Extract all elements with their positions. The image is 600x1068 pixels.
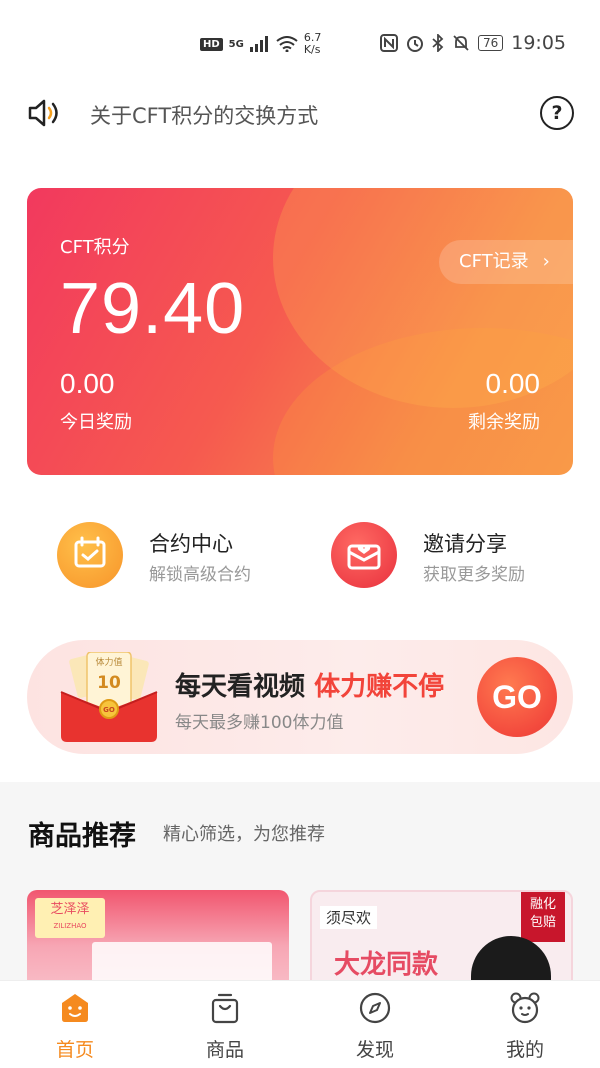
go-button[interactable]: GO	[477, 657, 557, 737]
tab-mine[interactable]: 我的	[450, 981, 600, 1068]
badge-line: 融化	[529, 897, 556, 912]
tab-home[interactable]: 首页	[0, 981, 150, 1068]
points-value: 79.40	[60, 269, 246, 349]
product-headline: 大龙同款	[334, 950, 439, 980]
today-reward-label: 今日奖励	[60, 412, 132, 433]
envelope-heart-icon	[331, 522, 397, 588]
banner-subtitle: 每天最多赚100体力值	[175, 713, 344, 733]
tab-label: 商品	[205, 1039, 244, 1061]
watch-video-banner[interactable]: 体力值 10 GO 每天看视频 体力赚不停 每天最多赚100体力值 GO	[27, 640, 573, 754]
points-record-label: CFT记录	[459, 251, 529, 272]
points-label: CFT积分	[60, 237, 130, 258]
calendar-check-icon	[57, 522, 123, 588]
shopping-bag-icon	[211, 993, 239, 1024]
chevron-right-icon: ›	[542, 251, 550, 272]
bluetooth-icon	[432, 34, 444, 52]
today-reward-value: 0.00	[60, 368, 115, 399]
shortcut-title: 邀请分享	[423, 532, 507, 556]
shortcut-title: 合约中心	[149, 532, 233, 556]
invite-share-shortcut[interactable]: 邀请分享 获取更多奖励	[331, 522, 561, 594]
compass-icon	[359, 992, 391, 1024]
nfc-icon	[379, 34, 398, 52]
help-button[interactable]: ?	[540, 96, 574, 130]
points-card: CFT积分 79.40 CFT记录 › 0.00 今日奖励 0.00 剩余奖励	[27, 188, 573, 475]
bear-face-icon	[510, 992, 540, 1024]
tab-products[interactable]: 商品	[150, 981, 300, 1068]
product-brand-logo: 须尽欢	[320, 906, 378, 929]
hd-badge: HD	[200, 37, 223, 51]
brand-subname: ZILIZHAO	[53, 922, 87, 930]
battery-indicator: 76	[477, 35, 504, 51]
recommend-title: 商品推荐	[28, 821, 136, 852]
tab-label: 我的	[505, 1039, 544, 1061]
shortcut-subtitle: 解锁高级合约	[149, 565, 251, 585]
banner-title-main: 每天看视频	[175, 672, 306, 702]
net-speed: 6.7 K/s	[304, 32, 322, 56]
banner-title-highlight: 体力赚不停	[314, 672, 445, 702]
alarm-icon	[406, 36, 423, 52]
status-left: HD 5G 6.7 K/s	[200, 32, 321, 56]
remaining-reward-value: 0.00	[485, 368, 541, 399]
tab-label: 发现	[355, 1039, 394, 1061]
product-badge: 融化 包赔	[521, 892, 565, 942]
coin-label: GO	[103, 706, 115, 714]
stamina-card-title: 体力值	[95, 656, 122, 668]
network-type: 5G	[228, 38, 244, 50]
tab-discover[interactable]: 发现	[300, 981, 450, 1068]
product-brand-logo: 芝泽泽 ZILIZHAO	[35, 898, 105, 938]
notice-text[interactable]: 关于CFT积分的交换方式	[90, 100, 318, 130]
recommend-subtitle: 精心筛选，为您推荐	[163, 824, 325, 845]
brand-name: 芝泽泽	[50, 902, 90, 917]
signal-icon	[249, 36, 268, 52]
tab-label: 首页	[55, 1039, 94, 1061]
home-face-icon	[62, 994, 88, 1022]
shortcut-subtitle: 获取更多奖励	[423, 565, 525, 585]
points-record-button[interactable]: CFT记录 ›	[439, 240, 573, 284]
clock: 19:05	[511, 32, 566, 54]
mute-bell-icon	[453, 35, 469, 51]
banner-title: 每天看视频 体力赚不停	[175, 666, 444, 703]
contract-center-shortcut[interactable]: 合约中心 解锁高级合约	[57, 522, 287, 594]
net-speed-unit: K/s	[303, 43, 321, 56]
wifi-icon	[276, 36, 298, 52]
badge-line: 包赔	[529, 915, 556, 930]
status-bar: HD 5G 6.7 K/s 76 19:05	[0, 0, 600, 80]
status-right: 76 19:05	[379, 32, 566, 54]
remaining-reward-label: 剩余奖励	[468, 412, 540, 433]
stamina-card-value: 10	[97, 673, 121, 693]
red-packet-icon: 体力值 10 GO	[60, 652, 158, 742]
bottom-tab-bar: 首页 商品 发现 我的	[0, 980, 600, 1068]
speaker-icon	[28, 99, 58, 127]
